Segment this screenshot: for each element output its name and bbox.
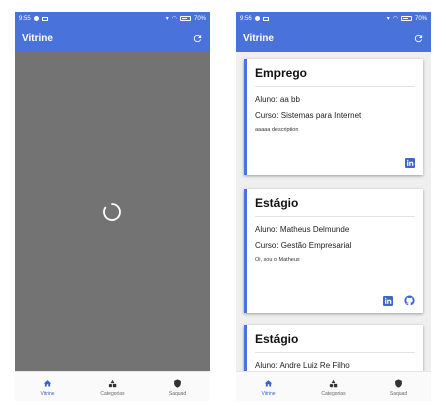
card-divider [255, 86, 415, 87]
nav-item-saquad[interactable]: Saquad [150, 378, 205, 397]
card-student: Aluno: Matheus Delmunde [255, 225, 350, 234]
nav-label: Saquad [389, 391, 408, 397]
screen-icon [262, 16, 269, 21]
phone-screen-left: 9:55 ▾ ◠ 70% Vitrine Vitrine Categorias Sa… [15, 12, 210, 401]
status-time: 9:55 [19, 15, 31, 22]
battery-icon [179, 16, 191, 21]
categories-icon [108, 378, 118, 388]
nav-label: Saquad [168, 391, 187, 397]
shield-icon [394, 378, 404, 388]
notification-icon [33, 16, 39, 21]
card-course: Curso: Sistemas para Internet [255, 111, 362, 120]
card-divider [255, 216, 415, 217]
card-title: Emprego [255, 66, 308, 80]
notification-icon [254, 16, 260, 21]
bottom-navigation: Vitrine Categorias Saquad [236, 371, 431, 401]
nav-label: Categorias [321, 391, 346, 397]
wifi-icon: ◠ [171, 16, 177, 22]
opportunity-card[interactable]: Emprego Aluno: aa bb Curso: Sistemas par… [244, 59, 423, 175]
signal-icon: ▾ [386, 16, 390, 22]
nav-item-saquad[interactable]: Saquad [371, 378, 426, 397]
app-bar: Vitrine [15, 25, 210, 52]
phone-screen-right: 9:56 ▾ ◠ 70% Vitrine Emprego Aluno: aa bb … [236, 12, 431, 401]
wifi-icon: ◠ [392, 16, 398, 22]
card-description: aaaaa description [255, 127, 299, 133]
github-icon[interactable] [404, 295, 415, 306]
nav-label: Categorias [100, 391, 125, 397]
nav-label: Vitrine [40, 391, 55, 397]
card-student: Aluno: aa bb [255, 95, 300, 104]
card-student: Aluno: Andre Luiz Re Filho [255, 361, 350, 370]
card-course: Curso: Gestão Empresarial [255, 241, 352, 250]
categories-icon [329, 378, 339, 388]
linkedin-icon[interactable] [382, 295, 393, 306]
app-title: Vitrine [22, 33, 53, 44]
status-bar: 9:55 ▾ ◠ 70% [15, 12, 210, 25]
card-divider [255, 352, 415, 353]
nav-item-vitrine[interactable]: Vitrine [20, 378, 75, 397]
card-title: Estágio [255, 196, 299, 210]
loading-spinner-icon [102, 202, 122, 227]
opportunity-card[interactable]: Estágio Aluno: Andre Luiz Re Filho [244, 325, 423, 371]
refresh-icon[interactable] [191, 33, 203, 45]
nav-item-categorias[interactable]: Categorias [85, 378, 140, 397]
vitrine-list[interactable]: Emprego Aluno: aa bb Curso: Sistemas par… [236, 52, 431, 371]
battery-icon [400, 16, 412, 21]
app-title: Vitrine [243, 33, 274, 44]
nav-item-categorias[interactable]: Categorias [306, 378, 361, 397]
card-links [382, 295, 415, 306]
screen-icon [41, 16, 48, 21]
battery-level: 70% [414, 15, 427, 22]
shield-icon [173, 378, 183, 388]
refresh-icon[interactable] [412, 33, 424, 45]
battery-level: 70% [193, 15, 206, 22]
card-description: Oi, sou o Matheus [255, 257, 300, 263]
app-bar: Vitrine [236, 25, 431, 52]
status-bar: 9:56 ▾ ◠ 70% [236, 12, 431, 25]
home-icon [43, 378, 53, 388]
nav-item-vitrine[interactable]: Vitrine [241, 378, 296, 397]
loading-overlay [15, 52, 210, 371]
card-title: Estágio [255, 332, 299, 346]
status-time: 9:56 [240, 15, 252, 22]
bottom-navigation: Vitrine Categorias Saquad [15, 371, 210, 401]
home-icon [264, 378, 274, 388]
nav-label: Vitrine [261, 391, 276, 397]
signal-icon: ▾ [165, 16, 169, 22]
linkedin-icon[interactable] [404, 157, 415, 168]
opportunity-card[interactable]: Estágio Aluno: Matheus Delmunde Curso: G… [244, 189, 423, 313]
card-links [404, 157, 415, 168]
